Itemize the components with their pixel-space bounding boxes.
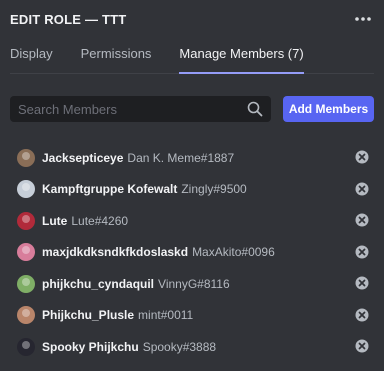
edit-role-panel: EDIT ROLE — TTT Display Permissions Mana…	[0, 0, 384, 371]
member-row: Kampftgruppe Kofewalt Zingly#9500	[10, 174, 374, 206]
member-names: Lute Lute#4260	[42, 214, 128, 228]
member-names: Spooky Phijkchu Spooky#3888	[42, 340, 216, 354]
avatar	[17, 306, 35, 325]
search-row: Add Members	[10, 96, 374, 122]
member-row: phijkchu_cyndaquil VinnyG#8116	[10, 268, 374, 300]
tab-manage-members[interactable]: Manage Members (7)	[179, 46, 304, 74]
member-names: Kampftgruppe Kofewalt Zingly#9500	[42, 182, 247, 196]
member-row: Spooky Phijkchu Spooky#3888	[10, 331, 374, 363]
member-tag: Lute#4260	[71, 213, 129, 228]
more-options-button[interactable]	[352, 10, 374, 28]
member-list: Jacksepticeye Dan K. Meme#1887 Kampftgrupp…	[10, 142, 374, 363]
avatar	[17, 337, 35, 356]
remove-member-icon[interactable]	[355, 308, 369, 322]
search-box	[10, 96, 271, 122]
member-tag: Spooky#3888	[142, 339, 217, 354]
tab-bar: Display Permissions Manage Members (7)	[10, 46, 374, 74]
member-tag: mint#0011	[138, 308, 194, 323]
remove-member-icon[interactable]	[355, 245, 369, 259]
avatar	[17, 243, 35, 262]
member-tag: Zingly#9500	[181, 182, 247, 197]
add-members-button[interactable]: Add Members	[283, 96, 374, 122]
tab-display[interactable]: Display	[10, 46, 53, 73]
member-display-name: Phijkchu_Plusle	[42, 308, 135, 323]
member-display-name: phijkchu_cyndaquil	[42, 276, 155, 291]
member-names: phijkchu_cyndaquil VinnyG#8116	[42, 277, 230, 291]
remove-member-icon[interactable]	[355, 150, 369, 164]
ellipsis-icon	[355, 17, 371, 21]
member-display-name: Kampftgruppe Kofewalt	[42, 182, 178, 197]
remove-member-icon[interactable]	[355, 182, 369, 196]
member-names: maxjdkdksndkfkdoslaskd MaxAkito#0096	[42, 245, 275, 259]
member-display-name: Lute	[42, 213, 68, 228]
member-row: Phijkchu_Plusle mint#0011	[10, 300, 374, 332]
member-row: Lute Lute#4260	[10, 205, 374, 237]
search-members-input[interactable]	[10, 96, 271, 122]
remove-member-icon[interactable]	[355, 339, 369, 353]
page-title: EDIT ROLE — TTT	[10, 11, 127, 27]
member-tag: MaxAkito#0096	[192, 245, 275, 260]
avatar	[17, 148, 35, 167]
member-display-name: Jacksepticeye	[42, 150, 124, 165]
tab-permissions[interactable]: Permissions	[81, 46, 152, 73]
remove-member-icon[interactable]	[355, 213, 369, 227]
member-tag: Dan K. Meme#1887	[127, 150, 235, 165]
member-display-name: maxjdkdksndkfkdoslaskd	[42, 245, 189, 260]
member-row: Jacksepticeye Dan K. Meme#1887	[10, 142, 374, 174]
member-names: Jacksepticeye Dan K. Meme#1887	[42, 151, 234, 165]
avatar	[17, 180, 35, 199]
member-names: Phijkchu_Plusle mint#0011	[42, 308, 193, 322]
header: EDIT ROLE — TTT	[10, 10, 374, 28]
avatar	[17, 211, 35, 230]
member-row: maxjdkdksndkfkdoslaskd MaxAkito#0096	[10, 237, 374, 269]
avatar	[17, 274, 35, 293]
member-tag: VinnyG#8116	[158, 276, 230, 291]
member-display-name: Spooky Phijkchu	[42, 339, 139, 354]
search-icon	[247, 101, 263, 117]
remove-member-icon[interactable]	[355, 276, 369, 290]
